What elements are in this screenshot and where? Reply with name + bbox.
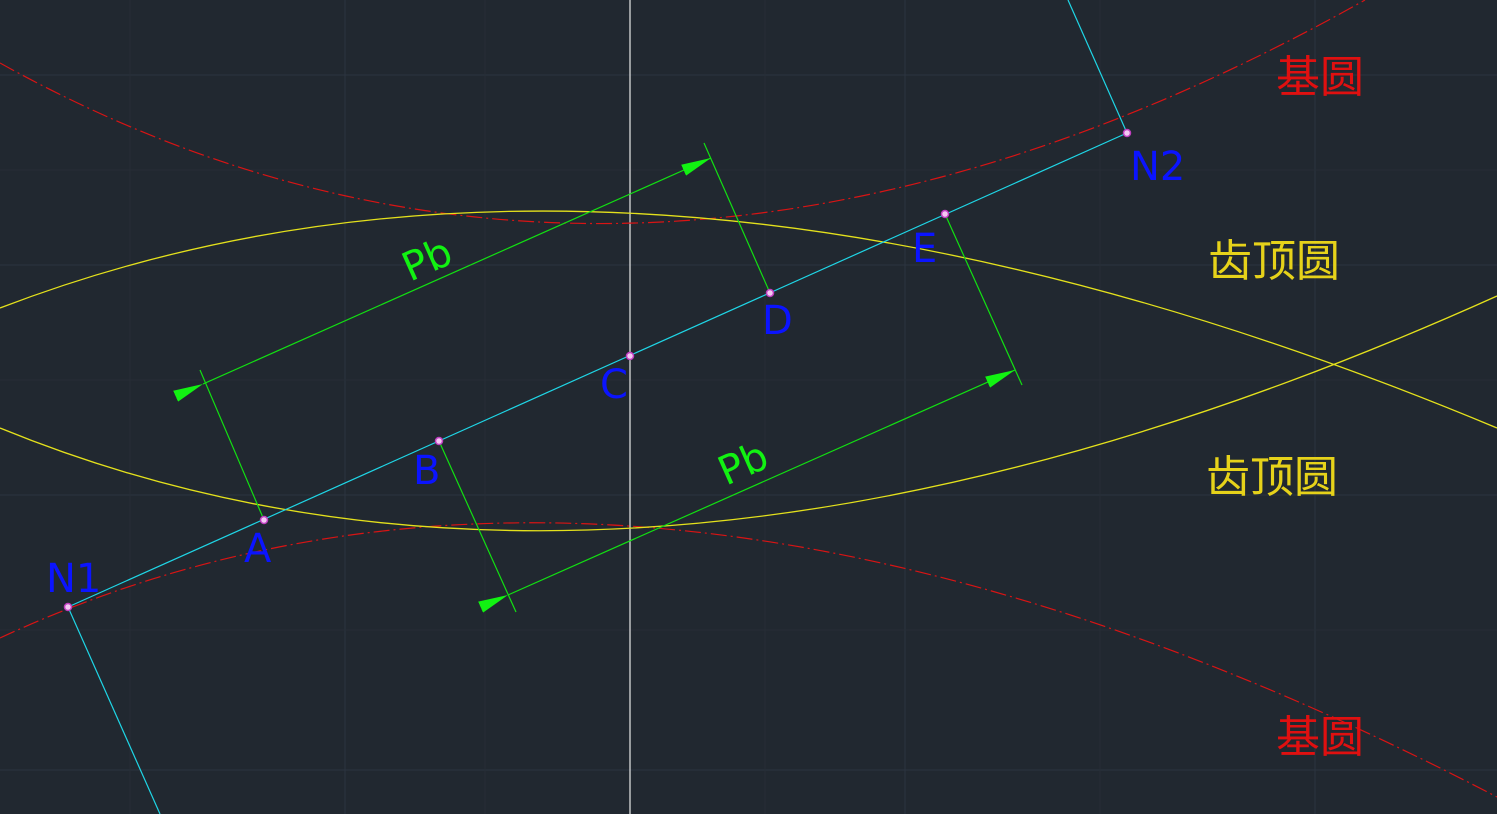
point-n1-marker	[63, 602, 73, 612]
point-label-c: C	[600, 362, 628, 408]
point-label-e: E	[912, 226, 937, 272]
point-e-marker	[940, 209, 950, 219]
dimension-label-lower: Pb	[711, 433, 775, 495]
drawing-canvas[interactable]: N1 A B C D E N2 Pb Pb 基圆 齿顶圆 齿顶圆 基圆	[0, 0, 1497, 814]
grid-minor	[0, 0, 1497, 814]
label-base-circle-top: 基圆	[1276, 52, 1364, 103]
base-circle-top	[0, 0, 1366, 225]
label-base-circle-bottom: 基圆	[1276, 712, 1364, 763]
point-label-b: B	[413, 448, 440, 494]
point-b-marker	[434, 436, 444, 446]
line-of-action	[67, 0, 1128, 814]
label-addendum-circle-upper: 齿顶圆	[1208, 236, 1340, 287]
label-addendum-circle-lower: 齿顶圆	[1206, 452, 1338, 503]
point-d-marker	[765, 288, 775, 298]
point-label-n1: N1	[46, 556, 101, 602]
point-c-marker	[625, 351, 635, 361]
point-a-marker	[259, 515, 269, 525]
gear-mesh-diagram: N1 A B C D E N2 Pb Pb 基圆 齿顶圆 齿顶圆 基圆	[0, 0, 1497, 814]
point-label-n2: N2	[1130, 144, 1185, 190]
point-n2-marker	[1122, 128, 1132, 138]
base-circle-bottom	[0, 522, 1497, 798]
point-label-a: A	[244, 526, 272, 572]
grid	[0, 0, 1497, 814]
dimension-lower	[438, 213, 1023, 613]
dimension-label-upper: Pb	[395, 229, 459, 291]
point-label-d: D	[762, 298, 793, 344]
